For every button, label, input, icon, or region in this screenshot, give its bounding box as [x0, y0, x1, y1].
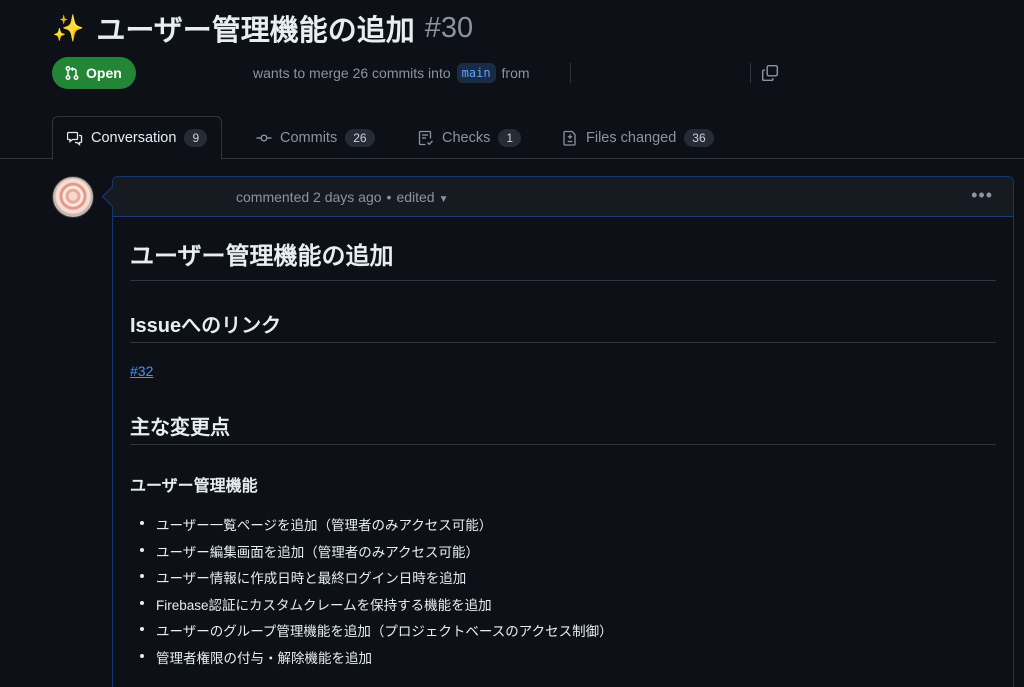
- comment-header: commented 2 days ago • edited ▼ •••: [113, 177, 1013, 217]
- tab-commits-label: Commits: [280, 129, 338, 146]
- issue-link[interactable]: #32: [130, 363, 153, 379]
- checklist-icon: [418, 130, 433, 145]
- pull-request-page: ✨ ユーザー管理機能の追加 #30 Open wants to merge 26…: [0, 0, 1024, 687]
- tab-conversation-label: Conversation: [91, 130, 177, 146]
- meta-separator: •: [386, 188, 392, 205]
- pr-meta-row: Open wants to merge 26 commits into main…: [52, 57, 792, 89]
- pr-tabs: Conversation 9 Commits 26 Checks 1 Files…: [0, 116, 1024, 160]
- tab-conversation-count: 9: [184, 129, 208, 147]
- tab-files-changed-label: Files changed: [586, 129, 677, 146]
- list-item: 管理者権限の付与・解除機能を追加: [140, 647, 613, 674]
- pr-state-badge: Open: [52, 57, 136, 89]
- chevron-down-icon: ▼: [438, 193, 449, 205]
- issue-section-title: Issueへのリンク: [130, 315, 282, 337]
- tab-checks-count: 1: [498, 128, 522, 147]
- tab-checks-label: Checks: [442, 129, 491, 146]
- pr-description-comment: commented 2 days ago • edited ▼ ••• ユーザー管…: [112, 176, 1014, 687]
- description-heading: ユーザー管理機能の追加: [130, 243, 394, 270]
- pr-state-label: Open: [86, 65, 122, 81]
- tab-files-changed[interactable]: Files changed 36: [548, 116, 728, 159]
- pr-title-row: ✨ ユーザー管理機能の追加 #30: [52, 8, 473, 48]
- git-pull-request-icon: [65, 66, 79, 80]
- tab-commits-count: 26: [345, 128, 375, 147]
- list-item: ユーザー編集画面を追加（管理者のみアクセス可能）: [140, 541, 613, 568]
- comment-timestamp[interactable]: commented 2 days ago: [236, 189, 382, 205]
- changes-list: ユーザー一覧ページを追加（管理者のみアクセス可能） ユーザー編集画面を追加（管理…: [140, 514, 613, 674]
- meta-divider: [750, 63, 751, 83]
- merge-description: wants to merge 26 commits into main from: [253, 57, 574, 89]
- list-item: ユーザーのグループ管理機能を追加（プロジェクトベースのアクセス制御）: [140, 620, 613, 647]
- list-item: ユーザー一覧ページを追加（管理者のみアクセス可能）: [140, 514, 613, 541]
- kebab-menu-icon[interactable]: •••: [971, 185, 993, 206]
- user-management-subtitle: ユーザー管理機能: [130, 478, 258, 495]
- list-item: Firebase認証にカスタムクレームを保持する機能を追加: [140, 594, 613, 621]
- edited-label: edited: [396, 188, 435, 205]
- merge-text-from: from: [501, 65, 530, 81]
- edited-dropdown[interactable]: edited ▼: [396, 189, 448, 205]
- changes-section-title: 主な変更点: [130, 417, 230, 439]
- merge-text-prefix: wants to merge 26 commits into: [253, 65, 451, 81]
- file-diff-icon: [563, 130, 576, 146]
- copy-icon: [761, 64, 779, 82]
- base-branch[interactable]: main: [456, 63, 496, 83]
- pr-title: ユーザー管理機能の追加: [96, 15, 415, 47]
- sparkles-emoji: ✨: [52, 12, 85, 43]
- comment-discussion-icon: [67, 131, 83, 146]
- heading-divider: [130, 280, 996, 281]
- git-commit-icon: [256, 133, 272, 141]
- issue-section-divider: [130, 342, 996, 343]
- pr-number: #30: [424, 11, 474, 44]
- tab-commits[interactable]: Commits 26: [242, 116, 389, 159]
- tab-conversation[interactable]: Conversation 9: [52, 116, 223, 160]
- list-item: ユーザー情報に作成日時と最終ログイン日時を追加: [140, 567, 613, 594]
- comment-meta: commented 2 days ago • edited ▼: [236, 189, 449, 205]
- tab-files-changed-count: 36: [684, 128, 714, 147]
- copy-branch-button[interactable]: [760, 63, 780, 83]
- head-branch-placeholder: [569, 63, 574, 83]
- changes-section-divider: [130, 444, 996, 445]
- tab-checks[interactable]: Checks 1: [404, 116, 535, 159]
- avatar[interactable]: [52, 176, 94, 218]
